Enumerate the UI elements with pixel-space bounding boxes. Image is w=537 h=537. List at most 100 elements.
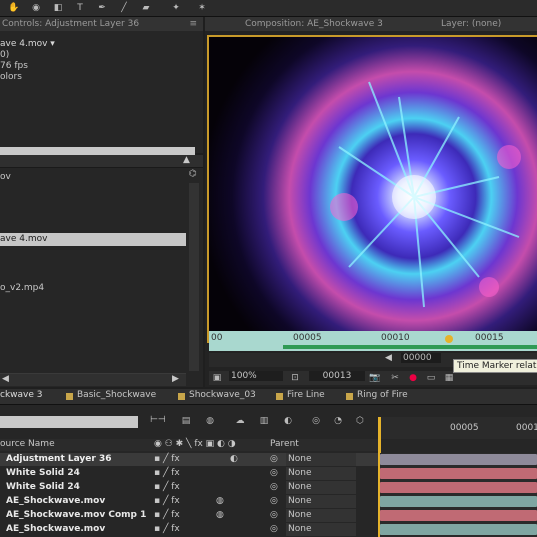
region-icon[interactable]: ▭ [425, 372, 437, 384]
pin-tool-icon[interactable]: ✶ [196, 2, 208, 14]
frame-blend-icon[interactable]: ▥ [258, 415, 270, 427]
graph-editor-icon[interactable]: ◎ [310, 415, 322, 427]
parent-select[interactable]: None [286, 467, 356, 480]
layer-duration-bar[interactable] [380, 496, 537, 507]
show-channel-icon[interactable]: ✂ [389, 372, 401, 384]
always-preview-icon[interactable]: ▣ [211, 372, 223, 384]
eraser-tool-icon[interactable]: ▰ [140, 2, 152, 14]
layer-duration-bar[interactable] [380, 510, 537, 521]
switches-header-icons: ◉ ⚇ ✱ ╲ fx ▣ ◐ ◑ [154, 439, 236, 449]
layer-switches: ▪ ╱ fx [154, 454, 180, 464]
motion-blur-switch-icon[interactable]: ◍ [216, 509, 224, 522]
brainstorm-icon[interactable]: ⬡ [354, 415, 366, 427]
layer-row[interactable]: AE_Shockwave.mov Comp 1 ▪ ╱ fx ◍ ◎ None [0, 509, 378, 522]
parent-pick-whip-icon[interactable]: ◎ [270, 509, 278, 522]
layer-duration-bar[interactable] [380, 524, 537, 535]
parent-pick-whip-icon[interactable]: ◎ [270, 467, 278, 480]
parent-select[interactable]: None [286, 453, 356, 466]
horizontal-scrollbar[interactable]: ◀ ▶ [0, 373, 186, 386]
motion-blur-switch-icon[interactable]: ◍ [216, 495, 224, 508]
source-name[interactable]: ave 4.mov ▾ [0, 39, 55, 49]
layer-switches: ▪ ╱ fx [154, 524, 180, 534]
parent-pick-whip-icon[interactable]: ◎ [270, 495, 278, 508]
timeline-ruler[interactable]: 00005 0001 [378, 417, 537, 537]
time-marker-icon[interactable] [445, 335, 453, 343]
parent-pick-whip-icon[interactable]: ◎ [270, 453, 278, 466]
layer-label: Layer: (none) [441, 19, 502, 29]
timeline-tabs: ckwave 3 Basic_Shockwave Shockwave_03 Fi… [0, 389, 537, 405]
prev-frame-icon[interactable]: ◀ [385, 353, 392, 363]
shy-icon[interactable]: ☁ [234, 415, 246, 427]
tab-basic-shockwave[interactable]: Basic_Shockwave [77, 390, 156, 400]
parent-select[interactable]: None [286, 509, 356, 522]
layer-name[interactable]: Adjustment Layer 36 [6, 453, 111, 466]
comp-mini-flowchart-icon[interactable]: ⊢⊣ [150, 415, 166, 425]
snapshot-icon[interactable]: 📷 [369, 372, 381, 384]
scroll-left-icon[interactable]: ◀ [2, 374, 9, 384]
layer-row[interactable]: Adjustment Layer 36 ▪ ╱ fx ◐ ◎ None [0, 453, 378, 466]
project-panel: ▲ ov ave 4.mov o_v2.mp4 ⌬ ◀ ▶ [0, 155, 203, 387]
layer-name[interactable]: AE_Shockwave.mov [6, 495, 105, 508]
adjustment-icon[interactable]: ◐ [230, 453, 238, 466]
tab-color-swatch [276, 393, 283, 400]
project-item-selected[interactable]: ave 4.mov [0, 233, 186, 246]
sort-arrow-icon[interactable]: ▲ [183, 155, 190, 165]
parent-select[interactable]: None [286, 495, 356, 508]
project-scrollbar[interactable] [189, 183, 199, 371]
parent-select[interactable]: None [286, 523, 356, 536]
source-name-header[interactable]: ource Name [0, 439, 55, 449]
tab-shockwave-03[interactable]: Shockwave_03 [189, 390, 256, 400]
project-item[interactable]: o_v2.mp4 [0, 282, 44, 295]
tab-ring-of-fire[interactable]: Ring of Fire [357, 390, 408, 400]
time-ruler[interactable]: 00 00005 00010 00015 [209, 331, 537, 351]
layer-row[interactable]: AE_Shockwave.mov ▪ ╱ fx ◍ ◎ None [0, 495, 378, 508]
parent-pick-whip-icon[interactable]: ◎ [270, 523, 278, 536]
brush-tool-icon[interactable]: ╱ [118, 2, 130, 14]
type-tool-icon[interactable]: T [74, 2, 86, 14]
rotate-tool-icon[interactable]: ◉ [30, 2, 42, 14]
layer-row[interactable]: White Solid 24 ▪ ╱ fx ◎ None [0, 481, 378, 494]
timecode-field[interactable]: 00013 [309, 371, 365, 381]
ruler-label: 00010 [381, 333, 410, 343]
layer-duration-bar[interactable] [380, 454, 537, 465]
layer-row[interactable]: AE_Shockwave.mov ▪ ╱ fx ◎ None [0, 523, 378, 536]
work-area-bar[interactable] [283, 345, 537, 349]
ruler-label: 00005 [293, 333, 322, 343]
zoom-menu[interactable]: 100% [229, 371, 283, 381]
layer-duration-bar[interactable] [380, 468, 537, 479]
grid-icon[interactable]: ▦ [443, 372, 455, 384]
color-channel-icon[interactable]: ● [407, 372, 419, 384]
scroll-right-icon[interactable]: ▶ [172, 374, 179, 384]
panel-menu-icon[interactable]: ≡ [189, 17, 197, 31]
parent-pick-whip-icon[interactable]: ◎ [270, 481, 278, 494]
live-update-icon[interactable]: ▤ [180, 415, 192, 427]
timer-icon[interactable]: ◔ [332, 415, 344, 427]
layer-name[interactable]: AE_Shockwave.mov Comp 1 [6, 509, 146, 522]
pen-tool-icon[interactable]: ✒ [96, 2, 108, 14]
tab-ae-shockwave-3[interactable]: ckwave 3 [0, 390, 58, 400]
layer-name[interactable]: AE_Shockwave.mov [6, 523, 105, 536]
timeline-ruler-label: 0001 [516, 423, 537, 433]
flowchart-icon[interactable]: ⌬ [189, 169, 200, 180]
effect-controls-tab[interactable]: Controls: Adjustment Layer 36 ≡ [0, 17, 203, 31]
camera-tool-icon[interactable]: ◧ [52, 2, 64, 14]
draft-3d-icon[interactable]: ◍ [204, 415, 216, 427]
tab-fire-line[interactable]: Fire Line [287, 390, 325, 400]
motion-blur-icon[interactable]: ◐ [282, 415, 294, 427]
top-toolbar: ✋ ◉ ◧ T ✒ ╱ ▰ ✦ ✶ [0, 0, 537, 17]
frame-readout: 00000 [401, 353, 441, 363]
composition-tab[interactable]: Composition: AE_Shockwave 3 Layer: (none… [205, 17, 537, 31]
fit-icon[interactable]: ⊡ [289, 372, 301, 384]
layer-duration-bar[interactable] [380, 482, 537, 493]
hand-tool-icon[interactable]: ✋ [8, 2, 20, 14]
layer-name[interactable]: White Solid 24 [6, 481, 80, 494]
layer-name[interactable]: White Solid 24 [6, 467, 80, 480]
timeline-search[interactable] [0, 416, 138, 428]
composition-viewer[interactable] [207, 35, 537, 343]
parent-header[interactable]: Parent [270, 439, 299, 449]
source-info-3: olors [0, 72, 22, 82]
parent-select[interactable]: None [286, 481, 356, 494]
project-item[interactable]: ov [0, 171, 11, 184]
layer-row[interactable]: White Solid 24 ▪ ╱ fx ◎ None [0, 467, 378, 480]
puppet-tool-icon[interactable]: ✦ [170, 2, 182, 14]
